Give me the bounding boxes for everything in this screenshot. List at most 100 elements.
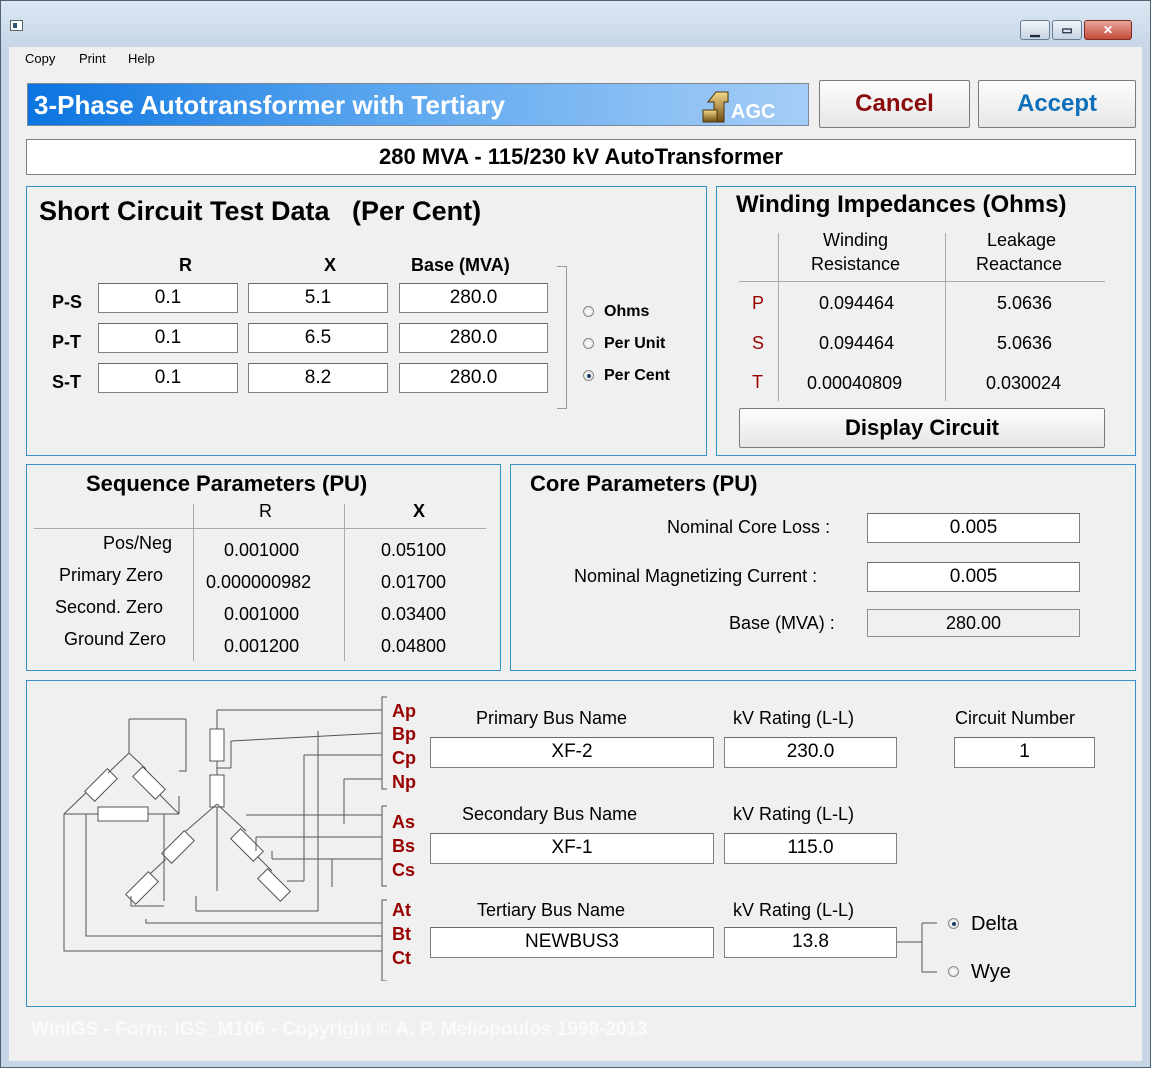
winding-row-s-label: S xyxy=(752,333,765,353)
st-base-input[interactable]: 280.0 xyxy=(399,363,548,393)
winding-p-resistance: 0.094464 xyxy=(819,293,895,313)
core-parameters-title: Core Parameters (PU) xyxy=(530,471,758,496)
menu-print[interactable]: Print xyxy=(79,51,106,66)
form-header: 3-Phase Autotransformer with Tertiary AG… xyxy=(27,83,809,126)
winding-grid-vline-1 xyxy=(778,233,779,401)
winding-row-t-label: T xyxy=(752,372,763,392)
tertiary-kv-label: kV Rating (L-L) xyxy=(733,900,855,920)
terminal-bp: Bp xyxy=(392,724,416,744)
core-base-label: Base (MVA) : xyxy=(729,613,835,633)
units-group-bracket xyxy=(557,266,567,409)
copyright-footer: WinIGS - Form: IGS_M106 - Copyright © A.… xyxy=(31,1019,648,1040)
primary-kv-input[interactable]: 230.0 xyxy=(724,737,897,768)
short-circuit-title: Short Circuit Test Data (Per Cent) xyxy=(39,196,482,226)
units-ohms-label[interactable]: Ohms xyxy=(604,303,649,321)
units-per-unit-radio[interactable] xyxy=(583,338,594,349)
seq-ground-zero-x: 0.04800 xyxy=(381,636,447,656)
winding-impedance-title: Winding Impedances (Ohms) xyxy=(736,191,1067,218)
terminal-at: At xyxy=(392,900,411,920)
terminal-ap: Ap xyxy=(392,701,416,721)
terminal-bt: Bt xyxy=(392,924,411,944)
tertiary-bus-name-label: Tertiary Bus Name xyxy=(477,900,626,920)
title-bar[interactable]: ▁ ▭ ✕ xyxy=(1,1,1150,47)
secondary-kv-label: kV Rating (L-L) xyxy=(733,804,855,824)
terminal-bs: Bs xyxy=(392,836,416,856)
secondary-bus-name-label: Secondary Bus Name xyxy=(462,804,638,824)
tertiary-kv-input[interactable]: 13.8 xyxy=(724,927,897,958)
winding-grid-vline-2 xyxy=(945,233,946,401)
units-per-cent-label[interactable]: Per Cent xyxy=(604,367,670,385)
row-label-st: S-T xyxy=(52,372,81,392)
accept-button[interactable]: Accept xyxy=(978,80,1136,128)
primary-bus-name-input[interactable]: XF-2 xyxy=(430,737,714,768)
secondary-bus-name-input[interactable]: XF-1 xyxy=(430,833,714,864)
leakage-react-header-line2: Reactance xyxy=(976,254,1063,274)
circuit-number-label: Circuit Number xyxy=(955,708,1076,728)
sequence-parameters-title: Sequence Parameters (PU) xyxy=(86,471,368,496)
seq-second-zero-r: 0.001000 xyxy=(224,604,300,624)
terminal-np: Np xyxy=(392,772,416,792)
sequence-col-r: R xyxy=(259,501,272,521)
units-per-cent-radio[interactable] xyxy=(583,370,594,381)
units-ohms-radio[interactable] xyxy=(583,306,594,317)
application-window: ▁ ▭ ✕ Copy Print Help 3-Phase Autotransf… xyxy=(0,0,1151,1068)
winding-s-resistance: 0.094464 xyxy=(819,333,895,353)
secondary-kv-input[interactable]: 115.0 xyxy=(724,833,897,864)
winding-res-header-line1: Winding xyxy=(823,230,889,250)
seq-row-second-zero-label: Second. Zero xyxy=(55,597,164,617)
pt-base-input[interactable]: 280.0 xyxy=(399,323,548,353)
sequence-col-x: X xyxy=(413,501,426,521)
connection-wye-label[interactable]: Wye xyxy=(971,961,1011,984)
menu-copy[interactable]: Copy xyxy=(25,51,55,66)
leakage-react-header-line1: Leakage xyxy=(987,230,1057,250)
menu-bar: Copy Print Help xyxy=(9,47,1142,71)
col-r-header: R xyxy=(179,255,192,275)
winding-s-reactance: 5.0636 xyxy=(997,333,1053,353)
ps-x-input[interactable]: 5.1 xyxy=(248,283,388,313)
row-label-pt: P-T xyxy=(52,332,81,352)
pt-x-input[interactable]: 6.5 xyxy=(248,323,388,353)
seq-row-ground-zero-label: Ground Zero xyxy=(64,629,167,649)
winding-row-p-label: P xyxy=(752,293,765,313)
primary-bus-name-label: Primary Bus Name xyxy=(476,708,628,728)
winding-p-reactance: 5.0636 xyxy=(997,293,1053,313)
seq-ground-zero-r: 0.001200 xyxy=(224,636,300,656)
primary-kv-label: kV Rating (L-L) xyxy=(733,708,855,728)
maximize-icon: ▭ xyxy=(1061,23,1073,37)
seq-row-primary-zero-label: Primary Zero xyxy=(59,565,164,585)
transformer-description-field[interactable]: 280 MVA - 115/230 kV AutoTransformer xyxy=(26,139,1136,175)
display-circuit-button[interactable]: Display Circuit xyxy=(739,408,1105,448)
app-icon[interactable] xyxy=(10,20,23,31)
st-x-input[interactable]: 8.2 xyxy=(248,363,388,393)
units-per-unit-label[interactable]: Per Unit xyxy=(604,335,665,353)
col-x-header: X xyxy=(324,255,337,275)
tertiary-bus-name-input[interactable]: NEWBUS3 xyxy=(430,927,714,958)
pt-r-input[interactable]: 0.1 xyxy=(98,323,238,353)
maximize-button[interactable]: ▭ xyxy=(1052,20,1082,40)
connection-group-bracket xyxy=(897,922,937,973)
seq-primary-zero-x: 0.01700 xyxy=(381,572,447,592)
magnetizing-current-input[interactable]: 0.005 xyxy=(867,562,1080,592)
connection-delta-label[interactable]: Delta xyxy=(971,913,1018,936)
form-title: 3-Phase Autotransformer with Tertiary xyxy=(34,90,505,120)
ps-r-input[interactable]: 0.1 xyxy=(98,283,238,313)
winding-res-header-line2: Resistance xyxy=(811,254,901,274)
cancel-button[interactable]: Cancel xyxy=(819,80,970,128)
minimize-icon: ▁ xyxy=(1030,23,1040,37)
sequence-grid-hline xyxy=(34,528,486,529)
st-r-input[interactable]: 0.1 xyxy=(98,363,238,393)
core-base-value: 280.00 xyxy=(867,609,1080,637)
connection-delta-radio[interactable] xyxy=(948,918,959,929)
terminal-ct: Ct xyxy=(392,948,411,968)
core-loss-input[interactable]: 0.005 xyxy=(867,513,1080,543)
winding-t-resistance: 0.00040809 xyxy=(807,373,903,393)
close-button[interactable]: ✕ xyxy=(1084,20,1132,40)
connection-wye-radio[interactable] xyxy=(948,966,959,977)
minimize-button[interactable]: ▁ xyxy=(1020,20,1050,40)
ps-base-input[interactable]: 280.0 xyxy=(399,283,548,313)
seq-second-zero-x: 0.03400 xyxy=(381,604,447,624)
seq-row-posneg-label: Pos/Neg xyxy=(103,533,173,553)
menu-help[interactable]: Help xyxy=(128,51,155,66)
circuit-number-input[interactable]: 1 xyxy=(954,737,1095,768)
magnetizing-current-label: Nominal Magnetizing Current : xyxy=(574,566,818,586)
